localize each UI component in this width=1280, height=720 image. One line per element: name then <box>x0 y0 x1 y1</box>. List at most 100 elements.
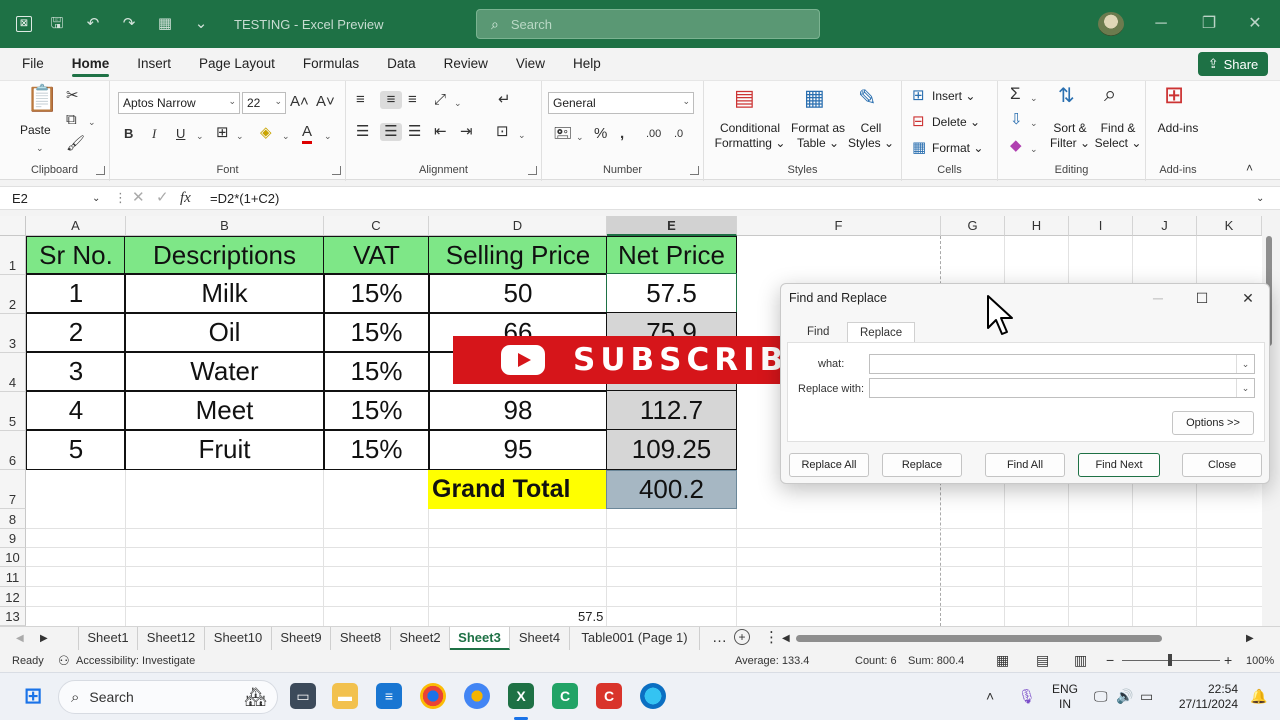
addins-button[interactable]: Add-ins <box>1150 121 1206 136</box>
wrap-text-icon[interactable]: ↵ <box>498 91 511 109</box>
replace-all-button[interactable]: Replace All <box>789 453 869 477</box>
addins-icon[interactable]: ⊞ <box>1164 84 1184 108</box>
column-header[interactable]: D <box>429 216 607 236</box>
clear-dropdown-icon[interactable]: ⌄ <box>1030 140 1038 158</box>
row-header[interactable]: 7 <box>0 470 26 509</box>
copy-dropdown-icon[interactable]: ⌄ <box>88 113 96 131</box>
microphone-icon[interactable]: 🎙 <box>1018 687 1036 705</box>
increase-font-icon[interactable]: A˄ <box>290 93 309 111</box>
borders-icon[interactable]: ⊞ <box>216 124 229 142</box>
sheet-tab[interactable]: Sheet2 <box>391 627 450 650</box>
tab-home[interactable]: Home <box>64 48 118 80</box>
row-header[interactable]: 3 <box>0 314 26 353</box>
namebox-dropdown-icon[interactable]: ⌄ <box>92 190 100 208</box>
volume-icon[interactable]: 🔊 <box>1116 687 1133 705</box>
font-color-dropdown-icon[interactable]: ⌄ <box>324 127 332 145</box>
sort-filter-icon[interactable]: ⇅ <box>1058 86 1075 106</box>
sheet-tab-active[interactable]: Sheet3 <box>450 627 510 650</box>
align-center-icon[interactable]: ☰ <box>380 123 402 141</box>
chrome-canary-icon[interactable] <box>464 683 490 709</box>
active-cell-e2[interactable]: 57.5 <box>606 273 737 314</box>
grand-total-value[interactable]: 400.2 <box>606 470 737 509</box>
decrease-indent-icon[interactable]: ⇤ <box>434 123 447 141</box>
tab-help[interactable]: Help <box>565 48 609 80</box>
table-cell[interactable]: 1 <box>26 273 126 314</box>
sheet-tab[interactable]: Sheet4 <box>510 627 570 650</box>
table-cell[interactable]: 15% <box>323 390 430 431</box>
edge-icon[interactable] <box>640 683 666 709</box>
tab-split-icon[interactable]: ⋮ <box>764 629 779 647</box>
close-button[interactable]: Close <box>1182 453 1262 477</box>
font-size-combo[interactable]: 22 ⌄ <box>242 92 286 114</box>
taskbar-search[interactable]: ⌕ Search 🏘 <box>58 680 278 714</box>
format-as-table-button[interactable]: Format as Table ⌄ <box>786 121 850 151</box>
table-cell[interactable]: Water <box>124 351 325 392</box>
table-header-cell[interactable]: VAT <box>323 236 430 275</box>
column-header[interactable]: C <box>324 216 429 236</box>
table-header-cell[interactable]: Net Price <box>606 236 737 275</box>
decrease-font-icon[interactable]: A˅ <box>316 93 335 111</box>
column-header[interactable]: I <box>1069 216 1133 236</box>
more-options-icon[interactable]: ⋮ <box>114 189 127 207</box>
insert-cells-icon[interactable]: ⊞ <box>912 87 925 105</box>
table-cell[interactable]: 2 <box>26 312 126 353</box>
redo-icon[interactable]: ↷ <box>118 15 140 33</box>
font-color-icon[interactable]: A <box>302 123 313 144</box>
insert-function-icon[interactable]: fx <box>180 189 191 207</box>
accessibility-icon[interactable]: ⚇ <box>58 653 70 669</box>
options-button[interactable]: Options >> <box>1172 411 1254 435</box>
find-next-button[interactable]: Find Next <box>1078 453 1160 477</box>
bottom-align-icon[interactable]: ≡ <box>408 91 417 109</box>
tab-review[interactable]: Review <box>436 48 496 80</box>
table-cell[interactable]: Milk <box>124 273 325 314</box>
tab-file[interactable]: File <box>14 48 52 80</box>
sheet-tab[interactable]: Table001 (Page 1) <box>570 627 700 650</box>
expand-formula-icon[interactable]: ⌄ <box>1256 190 1264 208</box>
camtasia-red-icon[interactable]: C <box>596 683 622 709</box>
undo-icon[interactable]: ↶ <box>82 15 104 33</box>
clock[interactable]: 22:54 27/11/2024 <box>1172 682 1238 712</box>
row-header[interactable]: 10 <box>0 548 26 567</box>
windows-start-icon[interactable]: ⊞ <box>20 683 46 709</box>
add-sheet-icon[interactable]: + <box>734 629 750 645</box>
increase-decimal-icon[interactable]: .00 <box>646 125 661 143</box>
top-align-icon[interactable]: ≡ <box>356 91 365 109</box>
number-launcher-icon[interactable] <box>690 166 699 175</box>
font-launcher-icon[interactable] <box>332 166 341 175</box>
grand-total-label[interactable]: Grand Total <box>428 470 606 509</box>
table-cell[interactable]: 3 <box>26 351 126 392</box>
table-header-cell[interactable]: Selling Price <box>428 236 608 275</box>
column-header[interactable]: J <box>1133 216 1197 236</box>
page-break-view-icon[interactable]: ▥ <box>1074 652 1087 669</box>
column-header[interactable]: G <box>941 216 1005 236</box>
find-select-icon[interactable]: ⌕ <box>1104 83 1116 105</box>
paste-dropdown-icon[interactable]: ⌄ <box>36 139 44 157</box>
notification-bell-icon[interactable]: 🔔 <box>1250 687 1267 705</box>
autosum-icon[interactable]: Σ <box>1010 85 1021 103</box>
save-icon[interactable]: 🖫 <box>46 15 68 33</box>
cell-styles-icon[interactable]: ✎ <box>858 87 876 109</box>
clear-icon[interactable]: ◆ <box>1010 137 1022 155</box>
underline-dropdown-icon[interactable]: ⌄ <box>196 127 204 145</box>
column-header[interactable]: F <box>737 216 941 236</box>
italic-icon[interactable]: I <box>152 125 156 143</box>
row-header[interactable]: 8 <box>0 509 26 529</box>
merge-dropdown-icon[interactable]: ⌄ <box>518 126 526 144</box>
row-header[interactable]: 11 <box>0 567 26 587</box>
autosum-dropdown-icon[interactable]: ⌄ <box>1030 89 1038 107</box>
network-icon[interactable]: 🖵 <box>1094 687 1108 705</box>
dialog-close-icon[interactable]: ✕ <box>1235 288 1261 308</box>
tab-page-layout[interactable]: Page Layout <box>191 48 283 80</box>
table-cell[interactable]: 112.7 <box>606 390 737 431</box>
accounting-dropdown-icon[interactable]: ⌄ <box>576 128 584 146</box>
tab-data[interactable]: Data <box>379 48 424 80</box>
close-window-icon[interactable]: ✕ <box>1240 12 1270 36</box>
find-what-input[interactable]: ⌄ <box>869 354 1255 374</box>
hscroll-left-icon[interactable]: ◀ <box>782 630 790 648</box>
column-header-selected[interactable]: E <box>607 216 737 236</box>
find-select-button[interactable]: Find & Select ⌄ <box>1094 121 1142 151</box>
user-avatar[interactable] <box>1098 12 1124 36</box>
cell-styles-button[interactable]: Cell Styles ⌄ <box>846 121 896 151</box>
table-cell[interactable]: 15% <box>323 351 430 392</box>
borders-dropdown-icon[interactable]: ⌄ <box>236 127 244 145</box>
